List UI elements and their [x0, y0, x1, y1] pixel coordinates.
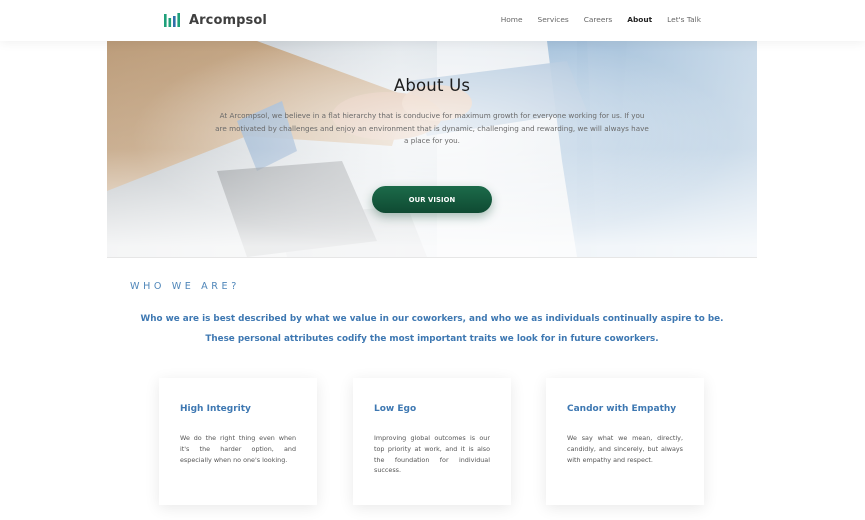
card-text: Improving global outcomes is our top pri…: [374, 434, 490, 475]
card-text: We do the right thing even when it's the…: [180, 434, 296, 464]
logo-bars-icon: [164, 13, 180, 27]
main-nav: Home Services Careers About Let's Talk: [501, 15, 701, 24]
brand-logo[interactable]: Arcompsol: [163, 11, 267, 29]
intro-line-2: These personal attributes codify the mos…: [205, 334, 659, 344]
page: Arcompsol Home Services Careers About Le…: [0, 0, 865, 520]
value-card-candor-with-empathy: Candor with Empathy We say what we mean,…: [546, 378, 704, 505]
value-card-low-ego: Low Ego Improving global outcomes is our…: [353, 378, 511, 505]
nav-item-careers[interactable]: Careers: [584, 15, 613, 24]
nav-item-lets-talk[interactable]: Let's Talk: [667, 15, 701, 24]
intro-line-1: Who we are is best described by what we …: [140, 314, 724, 324]
nav-item-home[interactable]: Home: [501, 15, 523, 24]
hero-banner: About Us At Arcompsol, we believe in a f…: [107, 41, 757, 258]
hero-description: At Arcompsol, we believe in a flat hiera…: [215, 111, 649, 145]
card-title: Candor with Empathy: [567, 404, 677, 414]
card-title: Low Ego: [374, 404, 417, 414]
hero-overlay: [107, 41, 757, 257]
section-heading: WHO WE ARE?: [130, 281, 240, 292]
our-vision-button[interactable]: OUR VISION: [372, 186, 492, 213]
card-text: We say what we mean, directly, candidly,…: [567, 434, 683, 464]
nav-item-services[interactable]: Services: [538, 15, 569, 24]
nav-item-about[interactable]: About: [627, 15, 652, 24]
site-header: Arcompsol Home Services Careers About Le…: [0, 0, 865, 41]
value-card-high-integrity: High Integrity We do the right thing eve…: [159, 378, 317, 505]
page-title: About Us: [393, 76, 471, 95]
card-title: High Integrity: [180, 404, 251, 414]
brand-name: Arcompsol: [189, 12, 267, 28]
